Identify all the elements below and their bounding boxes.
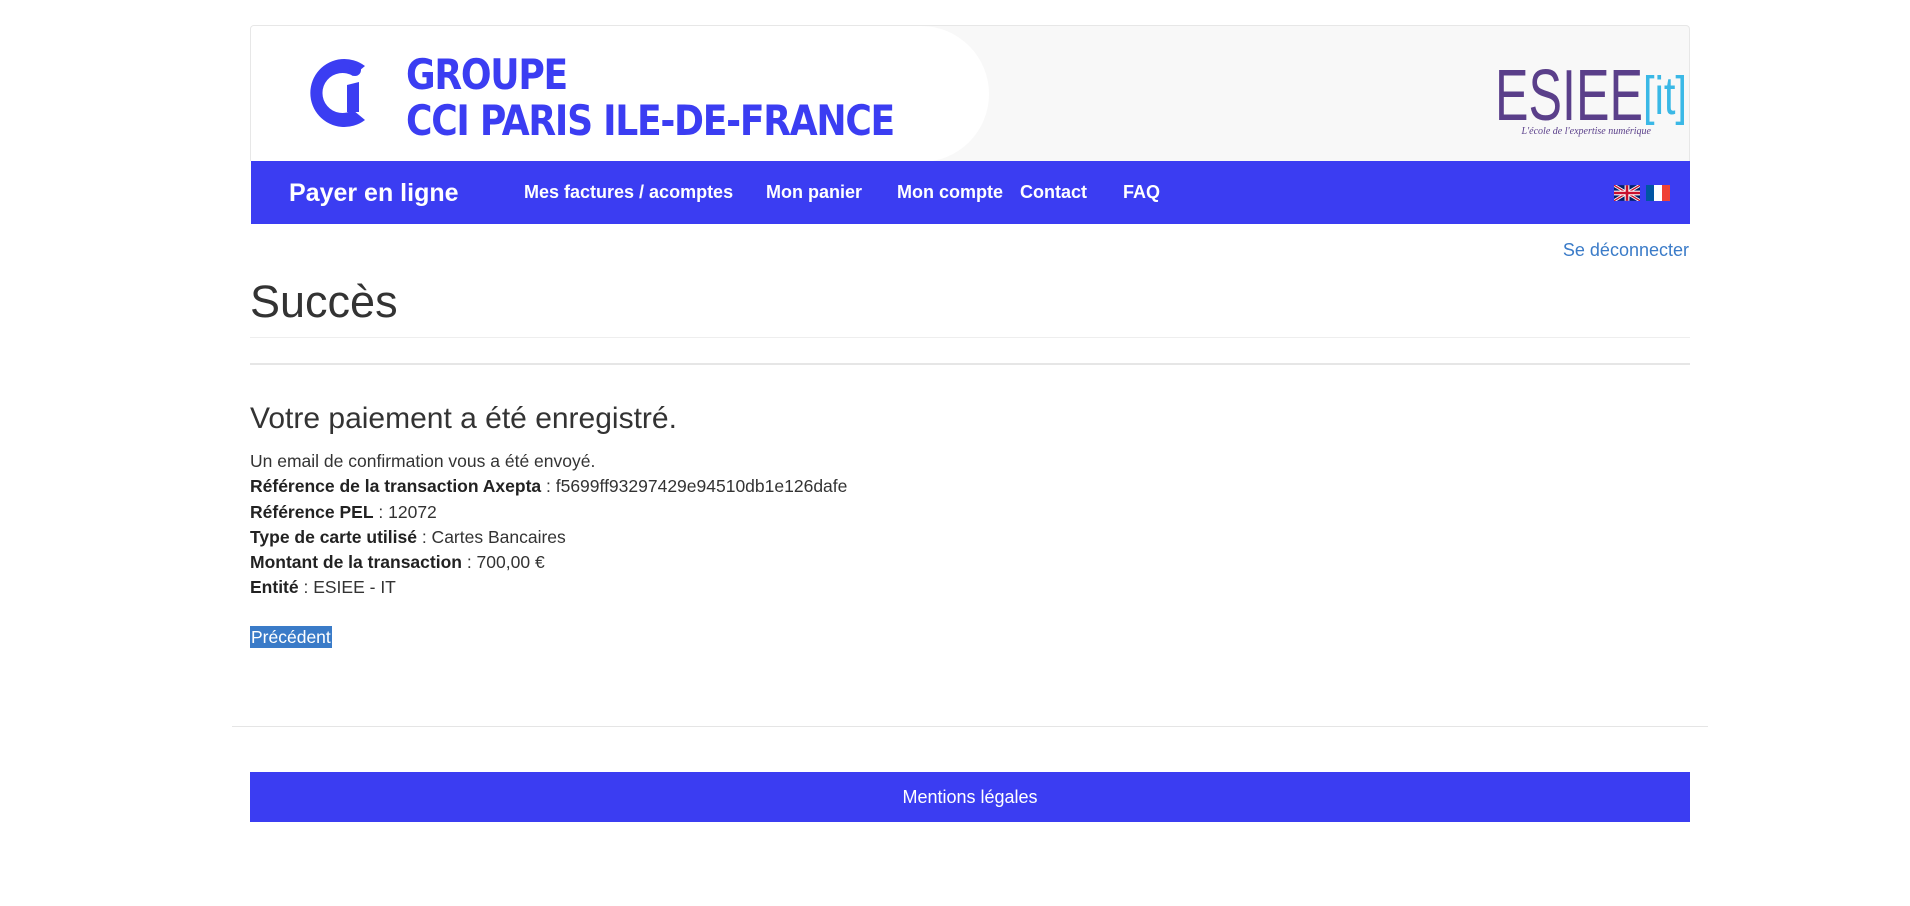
footer-divider bbox=[232, 726, 1708, 727]
cci-line-1: GROUPE bbox=[406, 50, 568, 99]
nav-item-contact[interactable]: Contact bbox=[1020, 182, 1087, 203]
nav-item-mon-panier[interactable]: Mon panier bbox=[766, 182, 862, 203]
logout-link[interactable]: Se déconnecter bbox=[1563, 240, 1689, 261]
navbar-brand[interactable]: Payer en ligne bbox=[289, 179, 459, 208]
french-flag-icon[interactable] bbox=[1645, 185, 1671, 201]
detail-value: : f5699ff93297429e94510db1e126dafe bbox=[541, 476, 848, 497]
detail-value: : ESIEE - IT bbox=[298, 577, 396, 598]
esiee-tagline: L'école de l'expertise numérique bbox=[1521, 126, 1651, 137]
detail-label: Entité bbox=[250, 577, 299, 598]
cci-logo-icon bbox=[310, 59, 365, 127]
site-header: GROUPE CCI PARIS ILE-DE-FRANCE ESIEE [it… bbox=[250, 25, 1690, 161]
esiee-logo-suffix: [it] bbox=[1643, 66, 1687, 126]
detail-amount: Montant de la transaction : 700,00 € bbox=[250, 550, 847, 575]
nav-item-mes-factures[interactable]: Mes factures / acomptes bbox=[524, 182, 733, 203]
section-divider bbox=[250, 363, 1690, 365]
success-heading: Votre paiement a été enregistré. bbox=[250, 402, 677, 435]
cci-brand-block[interactable]: GROUPE CCI PARIS ILE-DE-FRANCE bbox=[251, 26, 989, 161]
detail-label: Référence PEL bbox=[250, 501, 374, 522]
detail-label: Montant de la transaction bbox=[250, 552, 462, 573]
payment-details: Un email de confirmation vous a été envo… bbox=[250, 449, 847, 601]
legal-notice-link[interactable]: Mentions légales bbox=[902, 772, 1037, 822]
detail-value: : Cartes Bancaires bbox=[416, 526, 566, 547]
previous-link[interactable]: Précédent bbox=[250, 626, 332, 648]
detail-pel-ref: Référence PEL : 12072 bbox=[250, 500, 847, 525]
detail-value: : 700,00 € bbox=[461, 552, 545, 573]
title-divider bbox=[250, 337, 1690, 338]
detail-card-type: Type de carte utilisé : Cartes Bancaires bbox=[250, 525, 847, 550]
cci-brand-name: GROUPE CCI PARIS ILE-DE-FRANCE bbox=[406, 50, 895, 145]
detail-transaction-ref: Référence de la transaction Axepta : f56… bbox=[250, 474, 847, 499]
nav-item-mon-compte[interactable]: Mon compte bbox=[897, 182, 1003, 203]
nav-item-faq[interactable]: FAQ bbox=[1123, 182, 1160, 203]
detail-label: Type de carte utilisé bbox=[250, 526, 417, 547]
esiee-logo-text: ESIEE bbox=[1495, 56, 1643, 136]
english-flag-icon[interactable] bbox=[1614, 185, 1640, 201]
detail-label: Référence de la transaction Axepta bbox=[250, 476, 542, 497]
confirmation-message: Un email de confirmation vous a été envo… bbox=[250, 451, 596, 471]
page-title: Succès bbox=[250, 276, 398, 327]
detail-entity: Entité : ESIEE - IT bbox=[250, 575, 847, 600]
main-navbar: Payer en ligne Mes factures / acomptes M… bbox=[251, 161, 1690, 224]
cci-line-2: CCI PARIS ILE-DE-FRANCE bbox=[406, 96, 895, 145]
site-footer: Mentions légales bbox=[250, 772, 1690, 822]
detail-value: : 12072 bbox=[373, 501, 437, 522]
